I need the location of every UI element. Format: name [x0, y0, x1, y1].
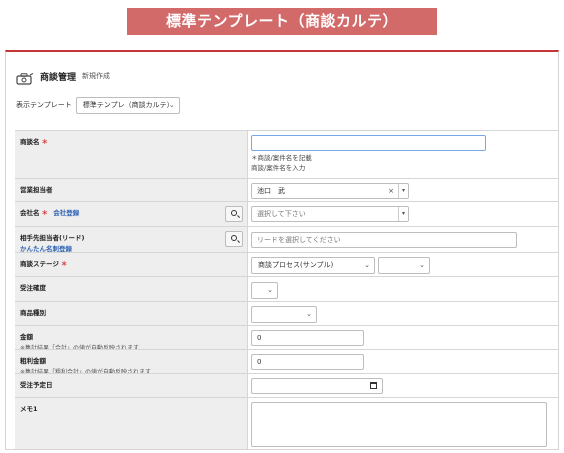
gross-amount-field-cell: 0	[248, 350, 558, 373]
required-mark: ＊	[41, 209, 49, 217]
chevron-down-icon: ▾	[398, 184, 408, 198]
company-label-cell: 会社名＊ 会社登録	[15, 202, 248, 226]
page-title: 商談管理	[40, 72, 77, 83]
template-select-value: 標準テンプレ（商談カルテ）	[82, 100, 174, 109]
row-stage: 商談ステージ＊ 商談プロセス(サンプル) ⌄ ⌄	[15, 252, 558, 276]
accuracy-label: 受注確度	[15, 277, 248, 301]
accuracy-select[interactable]: ⌄	[251, 282, 278, 299]
deal-form-panel: 商談管理 新規作成 表示テンプレート 標準テンプレ（商談カルテ） ⌄ 商談名＊ …	[5, 50, 559, 450]
company-field-cell: 選択して下さい ▾	[248, 202, 558, 226]
row-product-type: 商品種別 ⌄	[15, 301, 558, 325]
row-sales-rep: 営業担当者 池口 武 × ▾	[15, 178, 558, 201]
deal-management-icon	[16, 70, 34, 85]
amount-field-cell: 0	[248, 326, 558, 349]
chevron-down-icon: ⌄	[168, 100, 175, 109]
accuracy-field-cell: ⌄	[248, 277, 558, 301]
gross-amount-label-cell: 粗利金額 ※集計結果「粗利合計」の値が自動反映されます	[15, 350, 248, 376]
sales-rep-select[interactable]: 池口 武 × ▾	[251, 183, 409, 199]
template-select[interactable]: 標準テンプレ（商談カルテ） ⌄	[75, 96, 180, 114]
gross-amount-value: 0	[257, 358, 262, 366]
row-gross-amount: 粗利金額 ※集計結果「粗利合計」の値が自動反映されます 0	[15, 349, 558, 376]
template-label: 表示テンプレート	[16, 101, 72, 109]
row-memo: メモ1	[15, 397, 558, 449]
company-select[interactable]: 選択して下さい ▾	[251, 206, 409, 222]
chevron-down-icon: ⌄	[364, 261, 370, 269]
memo-label: メモ1	[15, 398, 248, 449]
stage-field-cell: 商談プロセス(サンプル) ⌄ ⌄	[248, 253, 558, 276]
deal-form: 商談名＊ ＊商談/案件名を記載 商談/案件名を入力 営業担当者 池口 武 × ▾	[15, 130, 558, 449]
expected-date-input[interactable]	[251, 378, 383, 394]
stage-label-cell: 商談ステージ＊	[15, 253, 248, 276]
company-search-button[interactable]	[225, 206, 243, 222]
clear-icon[interactable]: ×	[388, 184, 394, 198]
company-label: 会社名	[20, 209, 40, 217]
gross-amount-input[interactable]: 0	[251, 354, 364, 370]
deal-name-label-cell: 商談名＊	[15, 131, 248, 178]
company-register-link[interactable]: 会社登録	[53, 209, 79, 217]
amount-label-cell: 金額 ※集計結果「合計」の値が自動反映されます	[15, 326, 248, 352]
stage-select-value: 商談プロセス(サンプル)	[258, 261, 334, 269]
memo-field-cell	[248, 398, 558, 449]
contact-field-cell: リードを選択してください	[248, 227, 558, 252]
chevron-down-icon: ▾	[398, 207, 408, 221]
deal-name-hint-required: ＊商談/案件名を記載	[251, 154, 312, 162]
chevron-down-icon: ⌄	[306, 310, 312, 318]
row-contact: 相手先担当者(リード) かんたん名刺登録 リードを選択してください	[15, 226, 558, 253]
contact-input[interactable]: リードを選択してください	[251, 232, 517, 248]
chevron-down-icon: ⌄	[267, 286, 273, 294]
search-icon	[231, 210, 237, 216]
deal-name-field-cell: ＊商談/案件名を記載 商談/案件名を入力	[248, 131, 558, 178]
page-banner-title: 標準テンプレート（商談カルテ）	[127, 8, 437, 35]
stage-label: 商談ステージ	[20, 260, 59, 268]
sales-rep-label: 営業担当者	[15, 179, 248, 201]
product-type-select[interactable]: ⌄	[251, 306, 317, 323]
amount-label: 金額	[20, 333, 33, 341]
calendar-icon[interactable]	[370, 382, 377, 389]
amount-input[interactable]: 0	[251, 330, 364, 346]
contact-placeholder: リードを選択してください	[257, 236, 341, 244]
stage-sub-select[interactable]: ⌄	[378, 257, 430, 274]
product-type-field-cell: ⌄	[248, 302, 558, 325]
deal-name-input[interactable]	[251, 135, 486, 151]
row-expected-date: 受注予定日	[15, 373, 558, 397]
contact-search-button[interactable]	[225, 231, 243, 247]
page-subtitle: 新規作成	[82, 72, 111, 80]
sales-rep-field-cell: 池口 武 × ▾	[248, 179, 558, 201]
template-selector-row: 表示テンプレート 標準テンプレ（商談カルテ） ⌄	[16, 96, 180, 114]
contact-label: 相手先担当者(リード)	[20, 234, 85, 242]
expected-date-field-cell	[248, 374, 558, 397]
sales-rep-value: 池口 武	[257, 187, 285, 195]
page-header: 商談管理 新規作成	[16, 68, 111, 85]
contact-label-cell: 相手先担当者(リード) かんたん名刺登録	[15, 227, 248, 253]
expected-date-label: 受注予定日	[15, 374, 248, 397]
required-mark: ＊	[41, 138, 49, 146]
stage-select[interactable]: 商談プロセス(サンプル) ⌄	[251, 257, 375, 274]
company-placeholder: 選択して下さい	[257, 210, 306, 218]
deal-name-label: 商談名	[20, 138, 40, 146]
row-accuracy: 受注確度 ⌄	[15, 276, 558, 301]
row-amount: 金額 ※集計結果「合計」の値が自動反映されます 0	[15, 325, 558, 352]
amount-value: 0	[257, 334, 262, 342]
product-type-label: 商品種別	[15, 302, 248, 325]
deal-name-hint: 商談/案件名を入力	[251, 164, 306, 172]
row-deal-name: 商談名＊ ＊商談/案件名を記載 商談/案件名を入力	[15, 130, 558, 178]
gross-amount-label: 粗利金額	[20, 357, 46, 365]
search-icon	[231, 235, 237, 241]
row-company: 会社名＊ 会社登録 選択して下さい ▾	[15, 201, 558, 226]
required-mark: ＊	[60, 260, 68, 268]
memo-textarea[interactable]	[251, 402, 547, 447]
chevron-down-icon: ⌄	[419, 261, 425, 269]
